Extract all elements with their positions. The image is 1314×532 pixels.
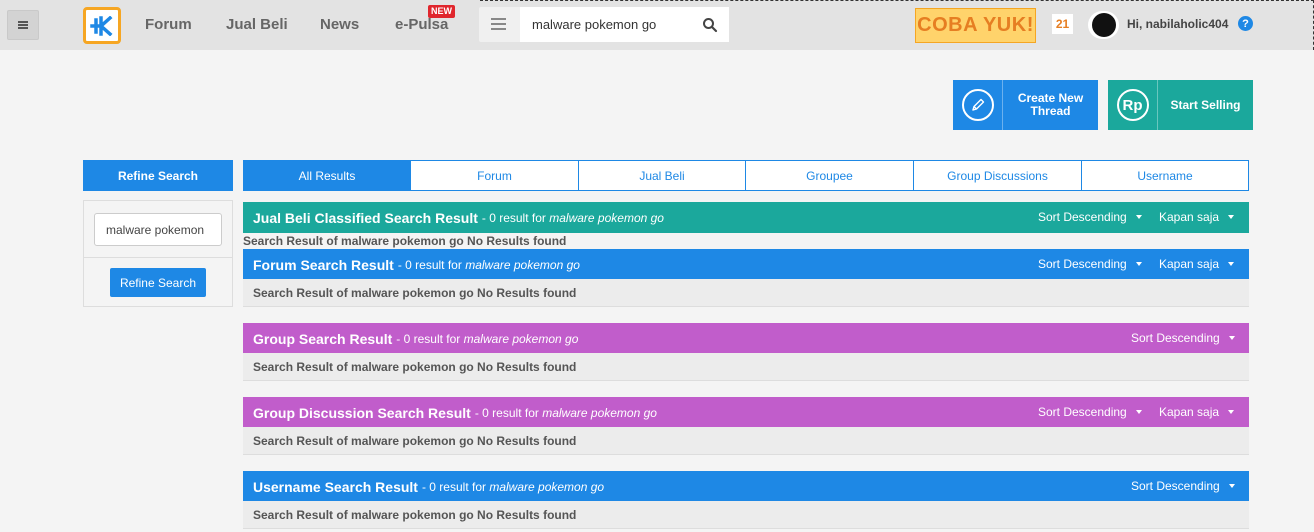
new-badge: NEW (428, 5, 455, 18)
section-title: Forum Search Result (253, 256, 394, 273)
nav-jual-beli[interactable]: Jual Beli (226, 16, 288, 33)
search-input[interactable] (520, 7, 729, 42)
caret-down-icon (1228, 215, 1235, 219)
time-dropdown[interactable]: Kapan saja (1159, 210, 1235, 224)
refine-search-title: Refine Search (83, 160, 233, 191)
result-tabs: All Results Forum Jual Beli Groupee Grou… (243, 160, 1249, 191)
section-title: Jual Beli Classified Search Result (253, 209, 478, 226)
tab-groupee[interactable]: Groupee (746, 160, 914, 191)
sort-dropdown[interactable]: Sort Descending (1038, 257, 1142, 271)
search-bar (479, 7, 729, 42)
empty-result-text: Search Result of malware pokemon go No R… (243, 501, 1249, 529)
result-count: - 0 result for (481, 210, 546, 225)
result-count: - 0 result for (421, 479, 486, 494)
empty-result-text: Search Result of malware pokemon go No R… (243, 279, 1249, 307)
result-count: - 0 result for (474, 405, 539, 420)
nav-forum[interactable]: Forum (145, 16, 192, 33)
promo-banner[interactable]: COBA YUK! (915, 8, 1036, 43)
create-thread-button[interactable]: Create New Thread (953, 80, 1098, 130)
sort-dropdown[interactable]: Sort Descending (1038, 210, 1142, 224)
caret-down-icon (1135, 262, 1142, 266)
jual-beli-result-header: Jual Beli Classified Search Result - 0 r… (243, 202, 1249, 233)
divider (84, 257, 232, 258)
result-query: malware pokemon go (465, 257, 580, 272)
group-discussion-result-header: Group Discussion Search Result - 0 resul… (243, 397, 1249, 428)
search-icon[interactable] (702, 17, 718, 33)
tab-username[interactable]: Username (1082, 160, 1249, 191)
tab-forum[interactable]: Forum (411, 160, 579, 191)
caret-down-icon (1228, 410, 1235, 414)
section-title: Group Search Result (253, 330, 393, 347)
username-result-header: Username Search Result - 0 result for ma… (243, 471, 1249, 502)
caret-down-icon (1228, 262, 1235, 266)
time-dropdown[interactable]: Kapan saja (1159, 257, 1235, 271)
help-icon[interactable]: ? (1238, 16, 1253, 31)
result-count: - 0 result for (396, 331, 461, 346)
sort-dropdown[interactable]: Sort Descending (1038, 405, 1142, 419)
nav-news[interactable]: News (320, 16, 359, 33)
tab-group-discussions[interactable]: Group Discussions (914, 160, 1082, 191)
caret-down-icon (1228, 336, 1235, 340)
start-selling-label: Start Selling (1170, 97, 1241, 112)
section-title: Group Discussion Search Result (253, 404, 471, 421)
group-result-header: Group Search Result - 0 result for malwa… (243, 323, 1249, 354)
menu-icon (18, 21, 28, 29)
result-count: - 0 result for (397, 257, 462, 272)
caret-down-icon (1228, 484, 1235, 488)
notification-count[interactable]: 21 (1052, 14, 1073, 34)
sort-dropdown[interactable]: Sort Descending (1131, 479, 1235, 493)
pencil-icon (961, 89, 994, 121)
result-query: malware pokemon go (549, 210, 664, 225)
caret-down-icon (1135, 215, 1142, 219)
start-selling-button[interactable]: Rp Start Selling (1108, 80, 1253, 130)
result-query: malware pokemon go (463, 331, 579, 346)
menu-button[interactable] (7, 10, 39, 40)
avatar[interactable] (1088, 11, 1119, 39)
search-category-icon[interactable] (491, 18, 506, 30)
section-title: Username Search Result (253, 478, 418, 495)
create-thread-label: Create New Thread (1017, 91, 1084, 118)
caret-down-icon (1135, 410, 1142, 414)
empty-result-text: Search Result of malware pokemon go No R… (243, 427, 1249, 455)
result-query: malware pokemon go (542, 405, 657, 420)
empty-result-text: Search Result of malware pokemon go No R… (243, 353, 1249, 381)
forum-result-header: Forum Search Result - 0 result for malwa… (243, 249, 1249, 280)
tab-jual-beli[interactable]: Jual Beli (579, 160, 746, 191)
result-query: malware pokemon go (489, 479, 605, 494)
nav-e-pulsa[interactable]: e-Pulsa (395, 16, 448, 33)
user-greeting[interactable]: Hi, nabilaholic404 (1127, 17, 1228, 31)
time-dropdown[interactable]: Kapan saja (1159, 405, 1235, 419)
refine-search-input[interactable] (94, 213, 222, 246)
empty-result-text: Search Result of malware pokemon go No R… (243, 234, 567, 248)
refine-search-panel: Refine Search (83, 200, 233, 307)
rupiah-icon: Rp (1116, 89, 1149, 121)
kaskus-logo-icon[interactable] (83, 7, 121, 44)
sort-dropdown[interactable]: Sort Descending (1131, 331, 1235, 345)
tab-all-results[interactable]: All Results (243, 160, 411, 191)
refine-search-button[interactable]: Refine Search (110, 268, 206, 297)
top-bar: Forum Jual Beli News e-Pulsa NEW COBA YU… (0, 0, 1314, 50)
